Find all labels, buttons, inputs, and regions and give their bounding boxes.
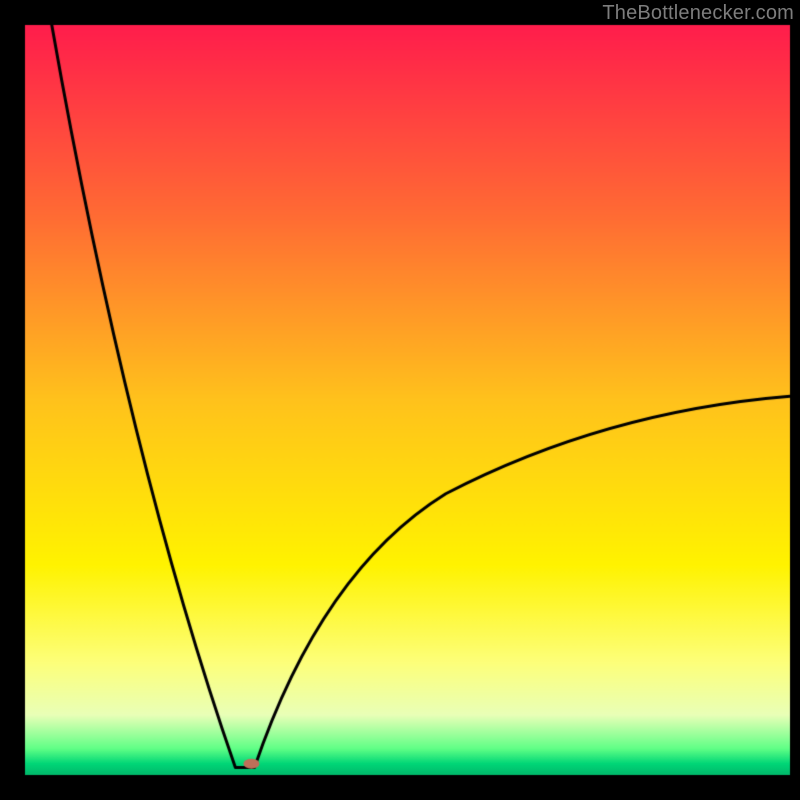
attribution-label: TheBottlenecker.com xyxy=(602,2,794,25)
bottleneck-chart-canvas xyxy=(0,0,800,800)
chart-container: TheBottlenecker.com xyxy=(0,0,800,800)
